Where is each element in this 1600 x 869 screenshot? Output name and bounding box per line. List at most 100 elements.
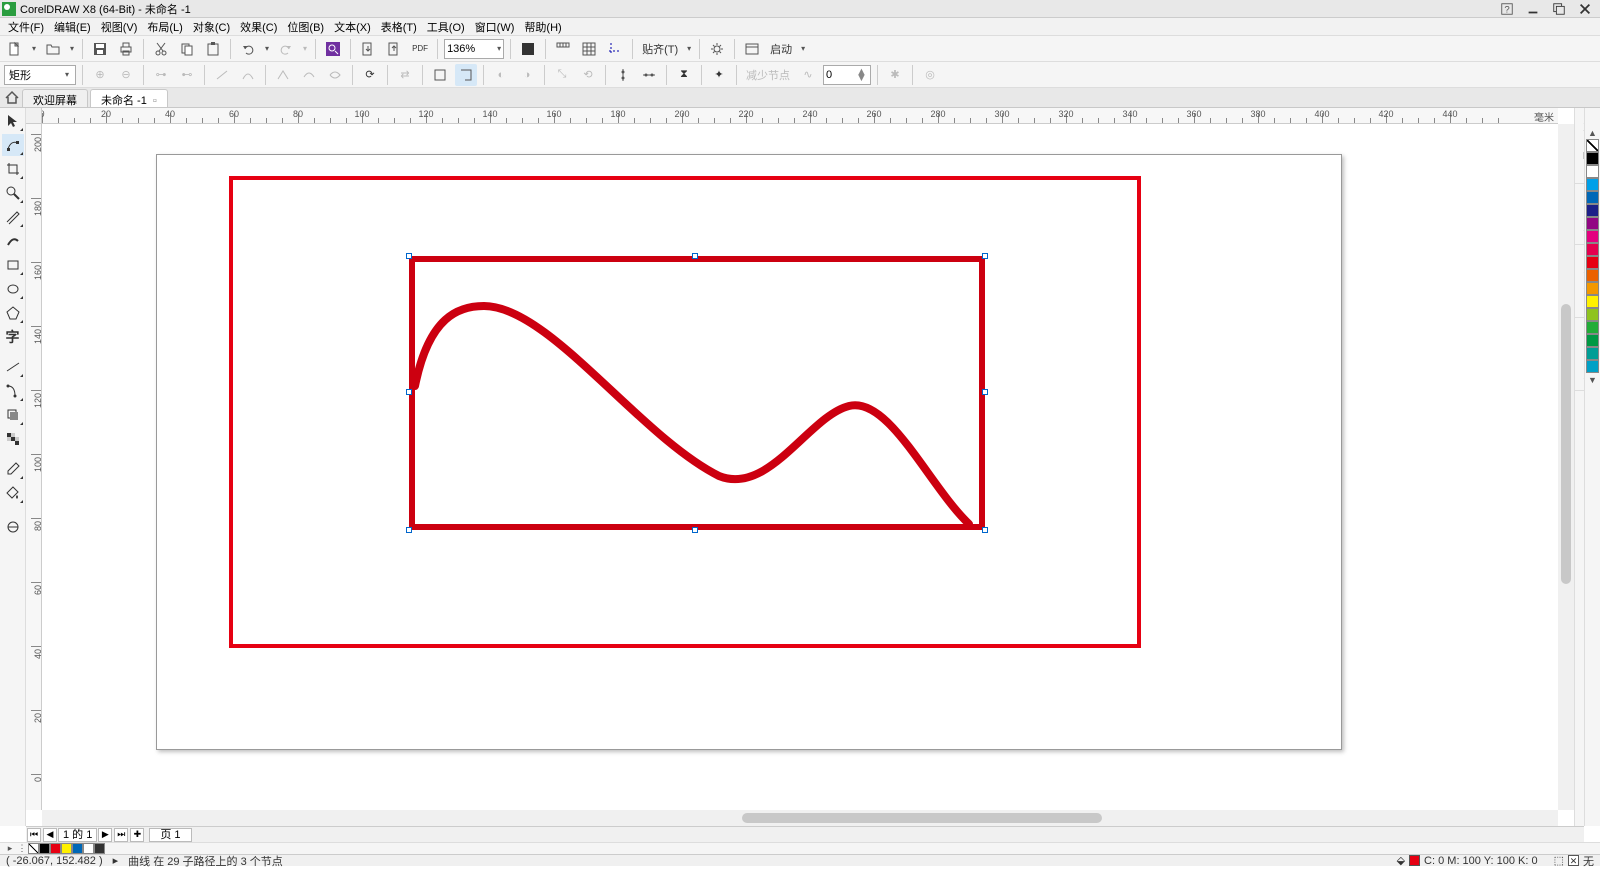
help-context-icon[interactable]: ? [1498,2,1516,16]
color-swatch[interactable] [1586,308,1599,321]
print-button[interactable] [115,38,137,60]
selection-handle[interactable] [406,253,412,259]
select-all-nodes-button[interactable]: ✱ [884,64,906,86]
publish-pdf-button[interactable]: PDF [409,38,431,60]
open-button[interactable] [42,38,64,60]
selection-handle[interactable] [982,389,988,395]
undo-button[interactable] [237,38,259,60]
to-line-button[interactable] [211,64,233,86]
symmetric-node-button[interactable] [324,64,346,86]
close-curve-button[interactable]: ◐ [490,64,512,86]
color-swatch[interactable] [1586,217,1599,230]
curve-smoothness-button[interactable]: ∿ [797,64,819,86]
export-button[interactable] [383,38,405,60]
home-icon[interactable] [4,90,20,106]
color-swatch[interactable] [1586,152,1599,165]
new-button[interactable] [4,38,26,60]
show-rulers-button[interactable] [552,38,574,60]
menu-b[interactable]: 位图(B) [283,18,328,36]
delete-node-button[interactable]: ⊖ [115,64,137,86]
horizontal-ruler[interactable]: 0204060801001201401601802002202402602803… [26,108,1558,124]
to-curve-button[interactable] [237,64,259,86]
smooth-node-button[interactable] [298,64,320,86]
palette-up-icon[interactable]: ▲ [1586,126,1599,139]
selection-handle[interactable] [692,253,698,259]
horizontal-scrollbar[interactable] [42,810,1558,826]
ruler-origin[interactable] [26,108,42,124]
add-node-button[interactable]: ⊕ [89,64,111,86]
menu-c[interactable]: 对象(C) [189,18,234,36]
vertical-scrollbar[interactable] [1558,124,1574,810]
crop-tool[interactable] [2,158,24,180]
cut-button[interactable] [150,38,172,60]
color-swatch[interactable] [83,843,94,854]
minimize-button[interactable] [1524,2,1542,16]
interactive-fill-tool[interactable] [2,482,24,504]
close-button[interactable] [1576,2,1594,16]
color-swatch[interactable] [1586,256,1599,269]
auto-close-button[interactable]: ◑ [516,64,538,86]
tab-document[interactable]: 未命名 -1▫ [90,89,168,107]
align-nodes-h-button[interactable] [612,64,634,86]
menu-f[interactable]: 文件(F) [4,18,48,36]
smart-fill-tool[interactable] [2,516,24,538]
smoothness-input[interactable]: ▲▼ [823,65,871,85]
inner-rectangle-object[interactable] [409,256,985,530]
add-page-button[interactable]: ✚ [130,828,144,842]
color-swatch[interactable] [1586,204,1599,217]
drop-shadow-tool[interactable] [2,404,24,426]
color-swatch[interactable] [1586,269,1599,282]
options-button[interactable] [706,38,728,60]
transparency-tool[interactable] [2,428,24,450]
menu-h[interactable]: 帮助(H) [520,18,565,36]
reflect-nodes-button[interactable]: ⧗ [673,64,695,86]
stretch-nodes-button[interactable]: ⤡ [551,64,573,86]
redo-button[interactable] [275,38,297,60]
text-tool[interactable]: 字 [2,326,24,348]
extract-subpath-button[interactable] [455,64,477,86]
canvas[interactable] [42,124,1558,810]
polygon-tool[interactable] [2,302,24,324]
parallel-dimension-tool[interactable] [2,356,24,378]
ellipse-tool[interactable] [2,278,24,300]
fill-color-swatch[interactable] [1409,855,1420,866]
import-button[interactable] [357,38,379,60]
join-nodes-button[interactable]: ⊶ [150,64,172,86]
palette-down-icon[interactable]: ▼ [1586,373,1599,386]
launch-label[interactable]: 启动 [767,41,795,57]
close-tab-icon[interactable]: ▫ [153,95,157,107]
scrollbar-thumb[interactable] [1561,304,1571,584]
color-swatch[interactable] [39,843,50,854]
color-swatch[interactable] [1586,334,1599,347]
zoom-level-input[interactable]: ▾ [444,39,504,59]
elastic-button[interactable]: ✦ [708,64,730,86]
selection-handle[interactable] [692,527,698,533]
bounding-box-button[interactable]: ◎ [919,64,941,86]
selection-handle[interactable] [406,389,412,395]
palette-left-icon[interactable]: ▸ [4,843,16,854]
selection-handle[interactable] [982,253,988,259]
outline-none-swatch[interactable] [1568,855,1579,866]
scrollbar-thumb[interactable] [742,813,1102,823]
menu-x[interactable]: 文本(X) [330,18,375,36]
chevron-down-icon[interactable]: ▾ [495,44,501,53]
menu-w[interactable]: 窗口(W) [471,18,519,36]
shape-tool[interactable] [2,134,24,156]
selection-handle[interactable] [982,527,988,533]
last-page-button[interactable]: ⏭ [114,828,128,842]
search-content-button[interactable] [322,38,344,60]
connector-tool[interactable] [2,380,24,402]
no-color-swatch[interactable] [1586,139,1599,152]
fill-indicator-icon[interactable]: ⬙ [1397,854,1405,867]
next-page-button[interactable]: ▶ [98,828,112,842]
color-swatch[interactable] [1586,191,1599,204]
artistic-media-tool[interactable] [2,230,24,252]
menu-c[interactable]: 效果(C) [236,18,281,36]
color-swatch[interactable] [1586,321,1599,334]
color-swatch[interactable] [1586,165,1599,178]
color-swatch[interactable] [1586,282,1599,295]
pick-tool[interactable] [2,110,24,132]
vertical-ruler[interactable]: 200180160140120100806040200-20 [26,124,42,810]
color-swatch[interactable] [1586,178,1599,191]
paste-button[interactable] [202,38,224,60]
